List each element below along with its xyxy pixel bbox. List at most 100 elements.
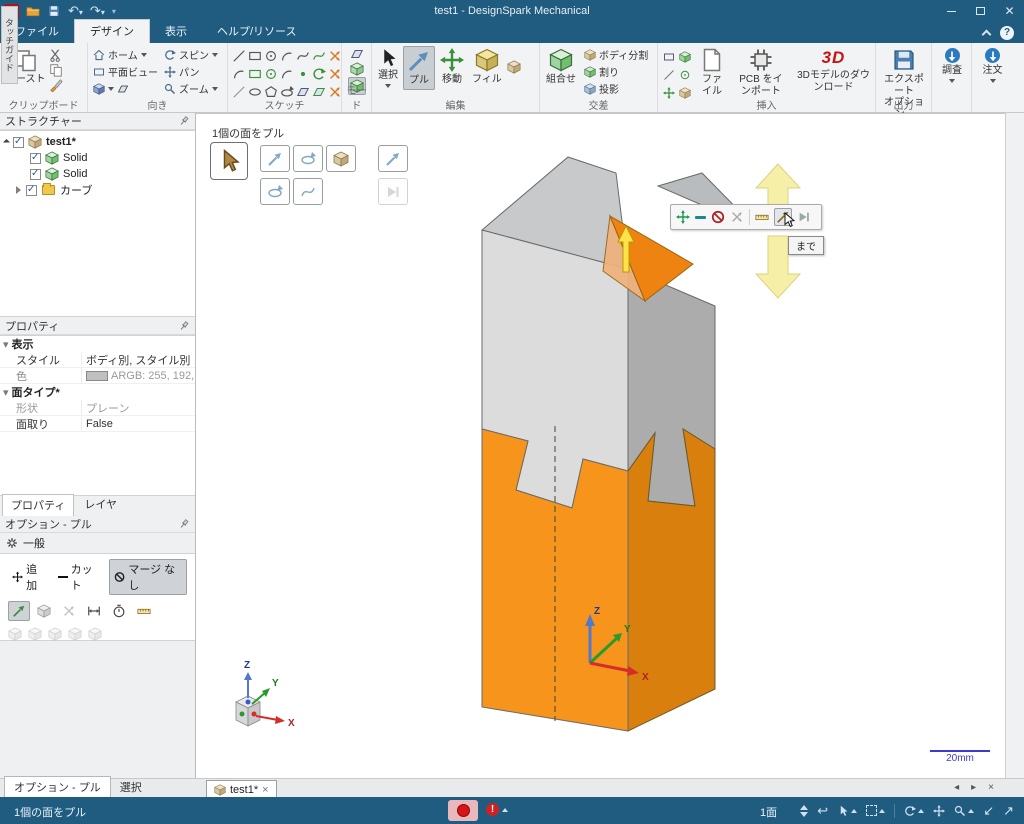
option-cut[interactable]: カット <box>54 560 105 594</box>
solid2-checkbox[interactable] <box>30 168 41 180</box>
document-close-icon[interactable]: × <box>262 784 268 796</box>
pin-icon[interactable] <box>178 518 190 530</box>
open-file-icon[interactable] <box>26 4 40 18</box>
select-tool-icon[interactable] <box>837 805 858 817</box>
combine-button[interactable]: 組合せ <box>543 46 579 97</box>
select-tool-button[interactable]: 選択 <box>375 46 401 90</box>
root-checkbox[interactable] <box>13 136 24 148</box>
split-body-button[interactable]: ボディ分割 <box>582 46 650 63</box>
sketch-arc-icon[interactable] <box>279 47 294 64</box>
collapse-ribbon-icon[interactable] <box>981 29 992 40</box>
tab-close-icon[interactable]: × <box>988 782 994 793</box>
curves-checkbox[interactable] <box>26 184 37 196</box>
pull-option-1-icon[interactable] <box>8 627 22 641</box>
spin-button[interactable]: スピン <box>162 46 220 63</box>
download-3d-button[interactable]: 3D 3Dモデルのダウンロード <box>794 46 873 95</box>
zoom-button[interactable]: ズーム <box>162 80 220 97</box>
view-cube-button[interactable] <box>91 80 160 97</box>
sketch-circle-icon[interactable] <box>263 47 278 64</box>
sketch-spline-icon[interactable] <box>295 47 310 64</box>
order-button[interactable]: 注文 <box>975 46 1010 85</box>
pull-option-2-icon[interactable] <box>28 627 42 641</box>
pull-up-to-button[interactable] <box>378 145 408 172</box>
save-icon[interactable] <box>47 4 61 18</box>
return-to-selection-icon[interactable]: ↩ <box>817 803 828 819</box>
record-button[interactable] <box>448 800 478 821</box>
measure-caliper-button[interactable] <box>83 601 105 621</box>
insert-sphere-icon[interactable] <box>677 66 692 83</box>
scale-option-button[interactable] <box>326 145 356 172</box>
tree-item-solid-1[interactable]: Solid <box>4 150 195 166</box>
tab-view[interactable]: 表示 <box>150 20 202 43</box>
replace-face-icon[interactable] <box>507 60 521 74</box>
tree-item-curves[interactable]: カーブ <box>4 182 195 198</box>
section-mode-icon[interactable] <box>350 62 364 76</box>
spin-view-icon[interactable] <box>904 805 925 817</box>
insert-plane-icon[interactable] <box>661 48 676 65</box>
select-mode-button[interactable] <box>210 142 248 180</box>
pull-both-sides-button[interactable] <box>33 601 55 621</box>
property-chamfer[interactable]: 面取り False <box>0 415 195 432</box>
viewport[interactable]: Z Y X Z Y X 1個の面をプル まで 20mm <box>196 113 1005 778</box>
sketch-move-icon[interactable] <box>327 65 342 82</box>
redo-icon[interactable]: ↷▾ <box>90 3 105 19</box>
fill-tool-button[interactable]: フィル <box>469 46 505 88</box>
sketch-sweep-arc-icon[interactable] <box>279 65 294 82</box>
investigate-button[interactable]: 調査 <box>935 46 969 85</box>
project-button[interactable]: 投影 <box>582 80 650 97</box>
add-icon[interactable] <box>676 210 690 224</box>
subtract-icon[interactable] <box>695 215 706 219</box>
pan-button[interactable]: パン <box>162 63 220 80</box>
zoom-view-icon[interactable] <box>954 805 975 817</box>
sketch-fillet-icon[interactable] <box>311 65 326 82</box>
value-spinner[interactable] <box>800 804 809 817</box>
property-color[interactable]: 色ARGB: 255, 192, 192 <box>0 367 195 384</box>
zoom-in-icon[interactable]: ↗ <box>1003 803 1014 819</box>
model-canvas[interactable]: Z Y X Z Y X <box>196 114 1005 779</box>
sketch-rectangle-icon[interactable] <box>247 47 262 64</box>
pull-direction-button[interactable] <box>8 601 30 621</box>
snapshot-icon[interactable] <box>117 83 129 95</box>
full-pull-button[interactable] <box>260 178 290 205</box>
sketch-rounded-rect-icon[interactable] <box>247 65 262 82</box>
tab-properties[interactable]: プロパティ <box>2 494 75 516</box>
color-swatch[interactable] <box>86 370 108 381</box>
sketch-line-icon[interactable] <box>231 47 246 64</box>
ruler-icon[interactable] <box>755 210 769 224</box>
split-button[interactable]: 割り <box>582 63 650 80</box>
format-painter-icon[interactable] <box>49 78 63 92</box>
sketch-circle2-icon[interactable] <box>263 65 278 82</box>
insert-cylinder-icon[interactable] <box>677 48 692 65</box>
pull-tool-button[interactable]: プル <box>403 46 435 90</box>
tab-scroll-right-icon[interactable]: ▸ <box>971 782 976 793</box>
tab-options-pull[interactable]: オプション - プル <box>4 776 111 798</box>
insert-file-button[interactable]: ファイル <box>696 46 728 99</box>
pull-no-merge-button[interactable] <box>58 601 80 621</box>
minimize-button[interactable] <box>937 0 966 22</box>
tree-item-solid-2[interactable]: Solid <box>4 166 195 182</box>
no-merge-icon[interactable] <box>711 210 725 224</box>
insert-axis-icon[interactable] <box>661 66 676 83</box>
property-shape[interactable]: 形状 プレーン <box>0 399 195 416</box>
option-no-merge[interactable]: マージ なし <box>109 559 187 595</box>
pin-icon[interactable] <box>178 320 190 332</box>
sweep-option-button[interactable] <box>293 178 323 205</box>
pan-view-icon[interactable] <box>933 805 945 817</box>
next-face-button[interactable] <box>378 178 408 205</box>
pin-icon[interactable] <box>178 115 190 127</box>
revolve-option-button[interactable] <box>293 145 323 172</box>
tab-scroll-left-icon[interactable]: ◂ <box>954 782 959 793</box>
help-icon[interactable]: ? <box>1000 25 1014 40</box>
import-pcb-button[interactable]: PCB をインポート <box>732 46 790 99</box>
expander-closed-icon[interactable] <box>16 186 21 194</box>
sketch-point-icon[interactable] <box>295 65 310 82</box>
sketch-tangent-arc-icon[interactable] <box>311 47 326 64</box>
corner-axis-triad[interactable]: Z Y X <box>235 660 295 729</box>
document-tab[interactable]: test1* × <box>206 780 277 798</box>
warning-button[interactable]: ! <box>486 803 508 816</box>
zoom-out-icon[interactable]: ↙ <box>983 803 994 819</box>
sketch-arc2-icon[interactable] <box>231 65 246 82</box>
property-style[interactable]: スタイル ボディ別, スタイル別 <box>0 351 195 368</box>
pull-option-5-icon[interactable] <box>88 627 102 641</box>
move-tool-button[interactable]: 移動 <box>437 46 467 88</box>
